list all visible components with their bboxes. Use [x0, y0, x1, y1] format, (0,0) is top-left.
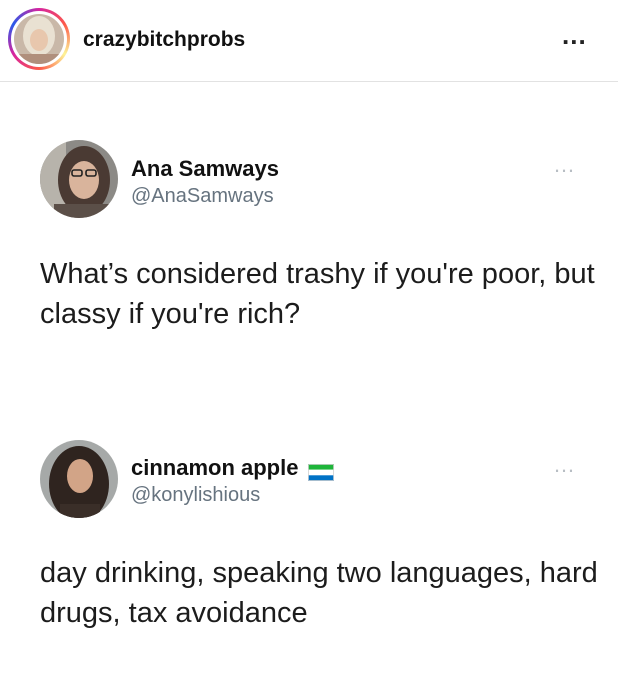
tweet-avatar[interactable] [40, 440, 118, 518]
sierra-leone-flag-icon [308, 461, 335, 481]
more-options-button[interactable]: ... [562, 22, 602, 50]
tweet-text: What’s considered trashy if you're poor,… [40, 258, 595, 330]
tweet-author-handle[interactable]: @AnaSamways [131, 185, 274, 208]
avatar-photo [40, 440, 118, 518]
tweet-author-name[interactable]: Ana Samways [131, 156, 279, 182]
profile-photo [14, 14, 64, 64]
tweet-avatar[interactable] [40, 140, 118, 218]
profile-avatar[interactable] [14, 14, 64, 64]
tweet-more-button[interactable]: … [553, 454, 575, 476]
tweet-author-name[interactable]: cinnamon apple [131, 455, 298, 480]
avatar-photo [40, 140, 118, 218]
tweet-more-button[interactable]: … [553, 154, 575, 176]
tweet-author-name-row: cinnamon apple [131, 455, 335, 481]
tweet-author-handle[interactable]: @konylishious [131, 484, 260, 507]
post-username[interactable]: crazybitchprobs [83, 28, 245, 52]
story-ring[interactable] [8, 8, 70, 70]
post-header: crazybitchprobs ... [0, 0, 618, 82]
avatar-gap [11, 11, 67, 67]
tweet-text: day drinking, speaking two languages, ha… [40, 557, 598, 629]
